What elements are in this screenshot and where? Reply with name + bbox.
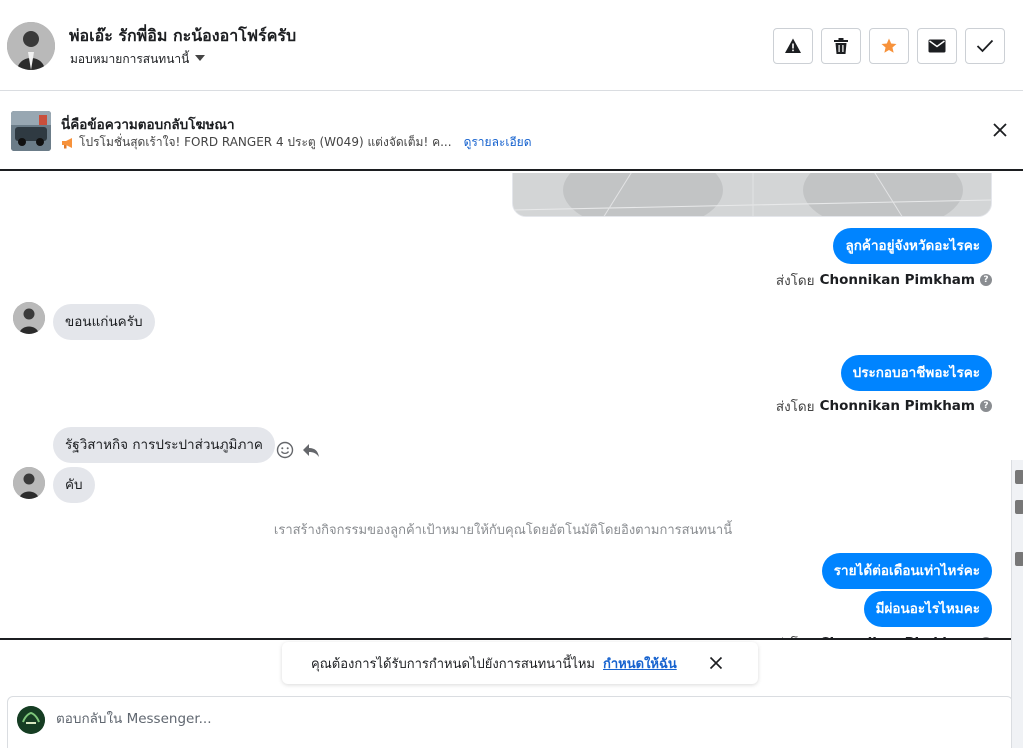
side-panel-edge [1011, 460, 1023, 748]
assign-conversation-dropdown[interactable]: มอบหมายการสนทนานี้ [70, 50, 206, 69]
ad-text: โปรโมชั่นสุดเร้าใจ! FORD RANGER 4 ประตู … [79, 135, 452, 149]
contact-avatar-small[interactable] [13, 302, 45, 334]
chevron-down-icon [195, 54, 206, 61]
close-icon[interactable] [708, 655, 724, 671]
ad-description-row: โปรโมชั่นสุดเร้าใจ! FORD RANGER 4 ประตู … [61, 133, 532, 152]
ad-details-link[interactable]: ดูรายละเอียด [464, 133, 532, 152]
page-avatar [17, 706, 45, 734]
ad-thumbnail[interactable] [11, 111, 51, 151]
incoming-message[interactable]: รัฐวิสาหกิจ การประปาส่วนภูมิภาค [53, 427, 275, 463]
side-panel-item[interactable] [1015, 470, 1023, 484]
conversation-header: พ่อเอ๊ะ รักพี่อิม กะน้องอาโฟร์ครับ มอบหม… [0, 0, 1023, 91]
incoming-message[interactable]: ขอนแก่นครับ [53, 304, 155, 340]
system-note: เราสร้างกิจกรรมของลูกค้าเป้าหมายให้กับคุ… [273, 523, 733, 538]
shared-image-message[interactable] [512, 173, 992, 217]
help-icon[interactable]: ? [980, 400, 992, 412]
divider [0, 638, 1011, 640]
mark-unread-button[interactable] [917, 28, 957, 64]
megaphone-icon [62, 137, 72, 148]
message-tools [276, 441, 320, 459]
side-panel-item[interactable] [1015, 552, 1023, 566]
outgoing-message[interactable]: มีผ่อนอะไรไหมคะ [863, 591, 992, 627]
ad-banner-title: นี่คือข้อความตอบกลับโฆษณา [61, 117, 235, 133]
envelope-icon [928, 39, 946, 53]
close-icon[interactable] [991, 121, 1009, 139]
reply-icon[interactable] [302, 441, 320, 459]
sent-by-prefix: ส่งโดย [775, 273, 815, 289]
incoming-message[interactable]: คับ [53, 467, 95, 503]
star-icon [881, 38, 897, 53]
message-thread[interactable]: ลูกค้าอยู่จังหวัดอะไรคะ ส่งโดย Chonnikan… [0, 173, 1011, 638]
side-panel-item[interactable] [1015, 500, 1023, 514]
contact-name[interactable]: พ่อเอ๊ะ รักพี่อิม กะน้องอาโฟร์ครับ [69, 24, 296, 49]
reply-input[interactable] [56, 711, 856, 727]
check-icon [976, 39, 994, 53]
help-icon[interactable]: ? [980, 274, 992, 286]
ad-reply-banner: นี่คือข้อความตอบกลับโฆษณา โปรโมชั่นสุดเร… [0, 91, 1023, 171]
header-actions [773, 28, 1005, 64]
contact-avatar-small[interactable] [13, 467, 45, 499]
sender-name: Chonnikan Pimkham [819, 398, 975, 414]
sent-by-label: ส่งโดย Chonnikan Pimkham ? [776, 269, 992, 291]
outgoing-message[interactable]: รายได้ต่อเดือนเท่าไหร่คะ [821, 553, 992, 589]
emoji-reaction-icon[interactable] [276, 441, 294, 459]
reminder-text: คุณต้องการได้รับการกำหนดไปยังการสนทนานี้… [311, 656, 595, 672]
assign-label: มอบหมายการสนทนานี้ [70, 52, 190, 66]
reply-composer [7, 696, 1013, 748]
star-button[interactable] [869, 28, 909, 64]
sent-by-label: ส่งโดย Chonnikan Pimkham ? [776, 395, 992, 417]
delete-button[interactable] [821, 28, 861, 64]
warning-icon [785, 38, 801, 53]
mark-done-button[interactable] [965, 28, 1005, 64]
contact-avatar[interactable] [7, 22, 55, 70]
sender-name: Chonnikan Pimkham [819, 272, 975, 288]
trash-icon [834, 38, 848, 54]
sent-by-prefix: ส่งโดย [775, 399, 815, 415]
assign-to-me-link[interactable]: กำหนดให้ฉัน [603, 653, 677, 674]
assign-reminder-toast: คุณต้องการได้รับการกำหนดไปยังการสนทนานี้… [282, 642, 758, 684]
outgoing-message[interactable]: ประกอบอาชีพอะไรคะ [840, 355, 992, 391]
outgoing-message[interactable]: ลูกค้าอยู่จังหวัดอะไรคะ [833, 228, 992, 264]
mark-spam-button[interactable] [773, 28, 813, 64]
